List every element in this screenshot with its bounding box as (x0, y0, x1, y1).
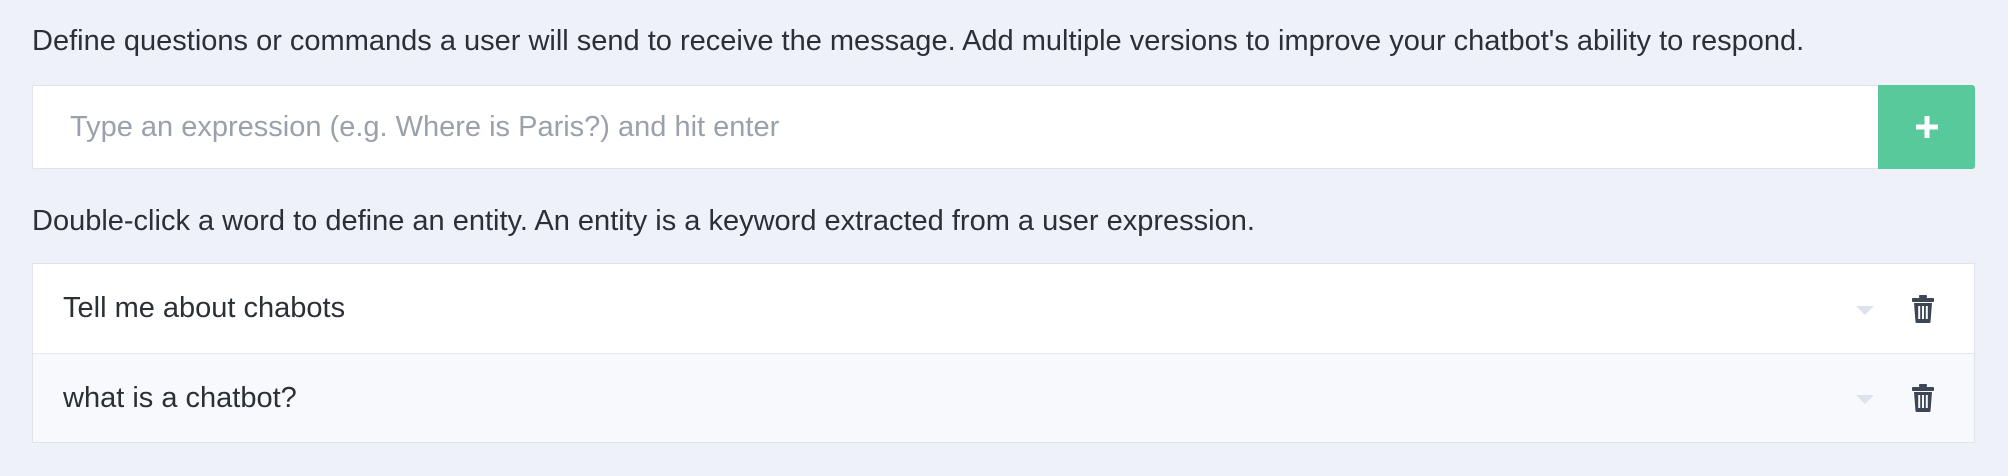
expression-input[interactable] (32, 85, 1878, 169)
caret-down-icon[interactable] (1856, 395, 1874, 404)
expression-list: Tell me about chabots what is a chatbot? (32, 263, 1975, 443)
add-expression-button[interactable] (1878, 85, 1975, 169)
plus-icon (1915, 116, 1938, 138)
caret-down-icon[interactable] (1856, 305, 1874, 315)
trash-icon[interactable] (1912, 294, 1934, 323)
expression-text[interactable]: what is a chatbot? (63, 382, 1856, 415)
list-item[interactable]: what is a chatbot? (33, 353, 1974, 442)
trash-icon[interactable] (1912, 384, 1934, 412)
list-item[interactable]: Tell me about chabots (33, 264, 1974, 353)
expression-text[interactable]: Tell me about chabots (63, 292, 1856, 325)
expression-input-row (32, 85, 1975, 169)
expressions-instruction: Define questions or commands a user will… (32, 25, 1805, 57)
entity-instruction: Double-click a word to define an entity.… (32, 205, 1255, 237)
